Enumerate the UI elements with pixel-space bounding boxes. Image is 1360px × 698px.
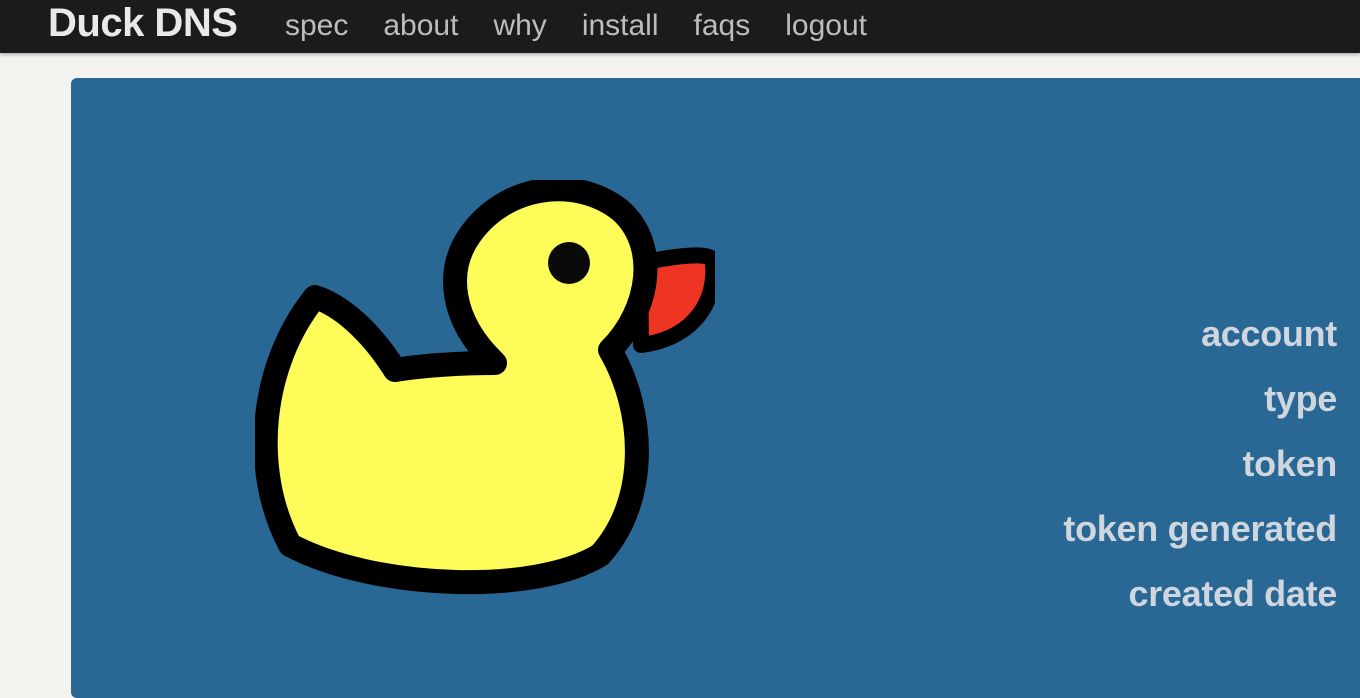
label-created-date: created date [1128,573,1338,614]
label-token: token [1242,443,1337,484]
nav-link-spec[interactable]: spec [285,9,348,43]
label-type: type [1264,378,1337,419]
nav-link-faqs[interactable]: faqs [694,9,751,43]
duck-eye [548,242,590,284]
nav-link-about[interactable]: about [383,9,458,43]
nav-links: spec about why install faqs logout [285,9,902,43]
top-navbar: Duck DNS spec about why install faqs log… [0,0,1360,53]
nav-link-install[interactable]: install [582,9,659,43]
label-account: account [1201,313,1337,354]
account-info-labels: account type token token generated creat… [1063,314,1337,639]
duck-body [255,180,658,595]
nav-link-why[interactable]: why [493,9,546,43]
duck-icon [255,180,715,595]
nav-link-logout[interactable]: logout [785,9,867,43]
brand-logo-link[interactable]: Duck DNS [48,1,238,46]
label-token-generated: token generated [1063,508,1337,549]
